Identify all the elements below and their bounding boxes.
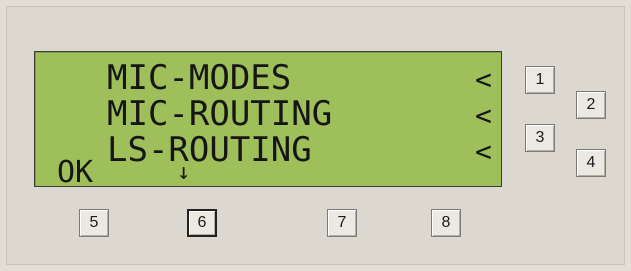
lcd-line-1-marker: < <box>475 63 492 96</box>
button-1[interactable]: 1 <box>525 66 555 94</box>
lcd-display: MIC-MODES < MIC-ROUTING < LS-ROUTING < O… <box>34 51 502 187</box>
lcd-line-mic-routing: MIC-ROUTING <box>107 94 333 134</box>
button-6[interactable]: 6 <box>187 209 217 237</box>
device-panel: MIC-MODES < MIC-ROUTING < LS-ROUTING < O… <box>6 6 625 265</box>
button-2[interactable]: 2 <box>576 91 606 119</box>
lcd-line-ls-routing: LS-ROUTING <box>107 130 312 170</box>
lcd-line-2-marker: < <box>475 99 492 132</box>
down-arrow-icon: ↓ <box>177 160 191 185</box>
lcd-line-mic-modes: MIC-MODES <box>107 58 292 98</box>
lcd-line-3-marker: < <box>475 135 492 168</box>
button-7[interactable]: 7 <box>327 209 357 237</box>
button-8[interactable]: 8 <box>431 209 461 237</box>
button-4[interactable]: 4 <box>576 149 606 177</box>
lcd-softkey-ok-label: OK <box>57 155 94 187</box>
button-3[interactable]: 3 <box>525 124 555 152</box>
button-5[interactable]: 5 <box>79 209 109 237</box>
